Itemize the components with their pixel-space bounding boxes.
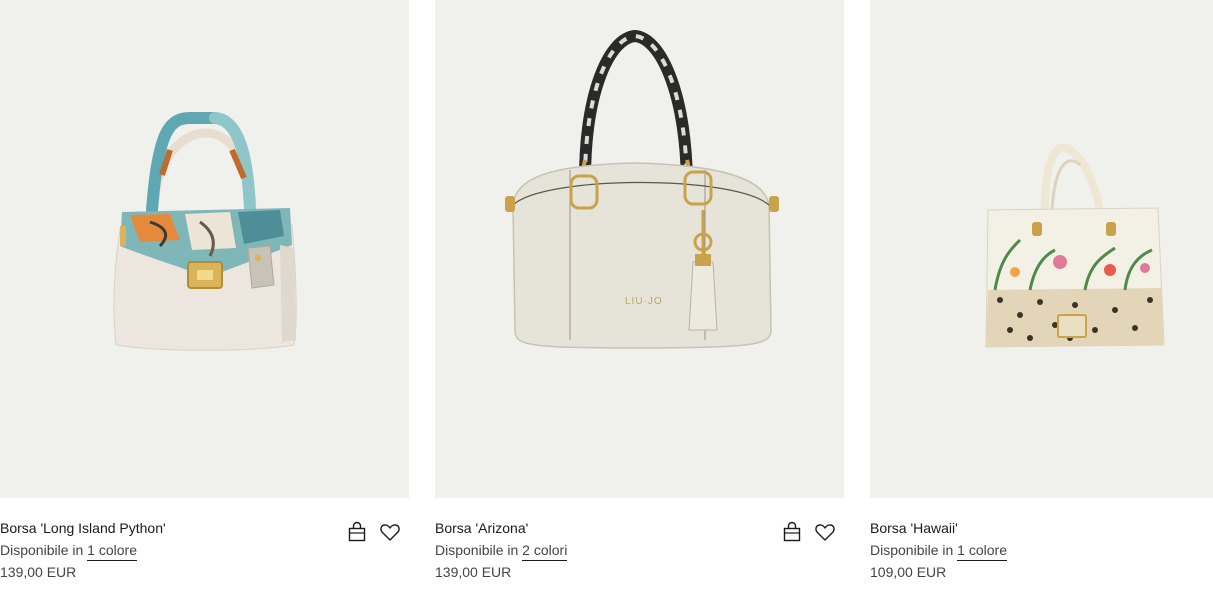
product-price: 139,00 EUR [435,564,512,580]
python-handbag-illustration [113,112,297,351]
color-options-link[interactable]: 2 colori [522,542,568,561]
product-title[interactable]: Borsa 'Hawaii' [870,520,958,536]
wishlist-button[interactable] [813,520,837,544]
product-card-arizona[interactable]: LIU·JO Borsa 'Arizona' Disponibile in 2 … [435,0,844,590]
color-options-link[interactable]: 1 colore [87,542,137,561]
product-image[interactable]: LIU·JO [435,0,844,498]
availability-prefix: Disponibile in [435,542,519,558]
product-image[interactable] [0,0,409,498]
product-price: 139,00 EUR [0,564,77,580]
hawaii-handbag-illustration [985,143,1165,348]
product-title[interactable]: Borsa 'Long Island Python' [0,520,166,536]
availability-text: Disponibile in 1 colore [0,542,137,561]
product-image[interactable] [870,0,1213,498]
brand-mark: LIU·JO [625,296,663,307]
product-card-hawaii[interactable]: Borsa 'Hawaii' Disponibile in 1 colore 1… [870,0,1213,590]
availability-text: Disponibile in 2 colori [435,542,568,561]
availability-text: Disponibile in 1 colore [870,542,1007,561]
add-to-cart-button[interactable] [345,520,369,544]
color-options-link[interactable]: 1 colore [957,542,1007,561]
shopping-bag-icon [783,521,801,542]
product-price: 109,00 EUR [870,564,947,580]
heart-icon [380,524,400,541]
heart-icon [815,524,835,541]
shopping-bag-icon [348,521,366,542]
arizona-handbag-illustration [505,29,779,349]
product-title[interactable]: Borsa 'Arizona' [435,520,528,536]
product-card-long-island-python[interactable]: Borsa 'Long Island Python' Disponibile i… [0,0,409,590]
add-to-cart-button[interactable] [780,520,804,544]
availability-prefix: Disponibile in [0,542,84,558]
wishlist-button[interactable] [378,520,402,544]
availability-prefix: Disponibile in [870,542,954,558]
